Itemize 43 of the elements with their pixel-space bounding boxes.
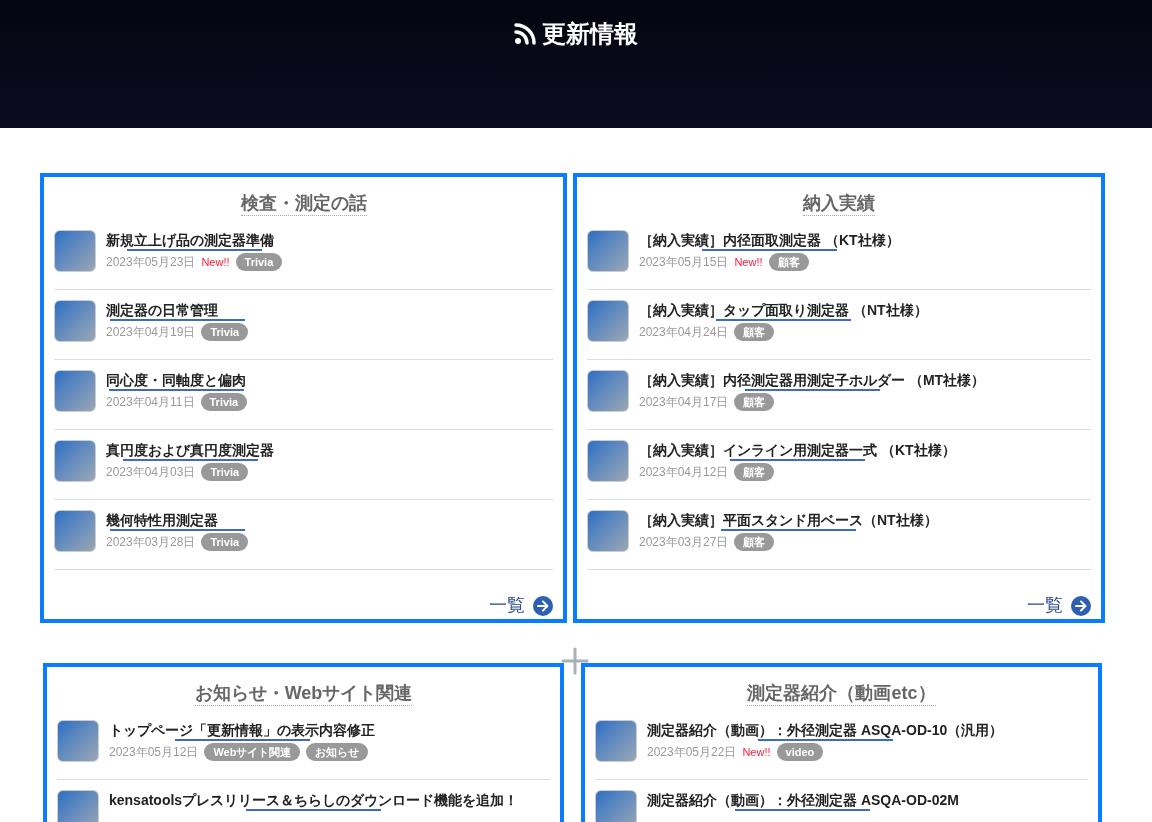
new-label: New!! bbox=[742, 744, 771, 760]
post-date: 2023年03月27日 bbox=[639, 534, 729, 551]
post-date: 2023年03月28日 bbox=[106, 534, 196, 551]
photo-placeholder bbox=[595, 720, 637, 762]
post-title-link[interactable]: 測定器紹介（動画）：外径測定器 ASQA-OD-02M bbox=[647, 790, 959, 811]
photo-placeholder bbox=[54, 370, 96, 412]
photo-placeholder bbox=[57, 790, 99, 822]
photo-placeholder bbox=[587, 230, 629, 272]
new-label: New!! bbox=[734, 254, 763, 270]
photo-placeholder bbox=[587, 300, 629, 342]
plus-icon bbox=[561, 647, 589, 675]
photo-placeholder bbox=[587, 370, 629, 412]
photo-placeholder bbox=[595, 790, 637, 822]
post-date: 2023年05月12日 bbox=[109, 744, 199, 761]
list-link[interactable]: 一覧 bbox=[489, 592, 553, 619]
post-date: 2023年04月17日 bbox=[639, 394, 729, 411]
new-label: New!! bbox=[201, 254, 230, 270]
post-date: 2023年04月24日 bbox=[639, 324, 729, 341]
photo-placeholder bbox=[54, 510, 96, 552]
post-date: 2023年04月19日 bbox=[106, 324, 196, 341]
post-date: 2023年05月23日 bbox=[106, 254, 196, 271]
photo-placeholder bbox=[587, 510, 629, 552]
photo-placeholder bbox=[57, 720, 99, 762]
post-title-link[interactable]: 真円度および真円度測定器 bbox=[106, 440, 274, 461]
page-title: 更新情報 bbox=[542, 19, 638, 49]
photo-placeholder bbox=[54, 440, 96, 482]
photo-placeholder bbox=[54, 300, 96, 342]
arrow-right-icon bbox=[533, 595, 553, 616]
card-title: 納入実績 bbox=[803, 191, 875, 216]
card-title: 測定器紹介（動画etc） bbox=[747, 681, 936, 706]
post-date: 2023年05月15日 bbox=[639, 254, 729, 271]
card-title: お知らせ・Webサイト関連 bbox=[194, 681, 413, 706]
card-title: 検査・測定の話 bbox=[240, 191, 367, 216]
post-date: 2023年04月12日 bbox=[639, 464, 729, 481]
post-date: 2023年04月11日 bbox=[106, 394, 195, 411]
post-date: 2023年04月03日 bbox=[106, 464, 196, 481]
photo-placeholder bbox=[587, 440, 629, 482]
post-date: 2023年05月22日 bbox=[647, 744, 737, 761]
photo-placeholder bbox=[54, 230, 96, 272]
rss-icon bbox=[514, 23, 536, 45]
list-link[interactable]: 一覧 bbox=[1027, 592, 1091, 619]
post-title-link[interactable]: 同心度・同軸度と偏肉 bbox=[106, 370, 248, 391]
arrow-right-icon bbox=[1071, 595, 1091, 616]
